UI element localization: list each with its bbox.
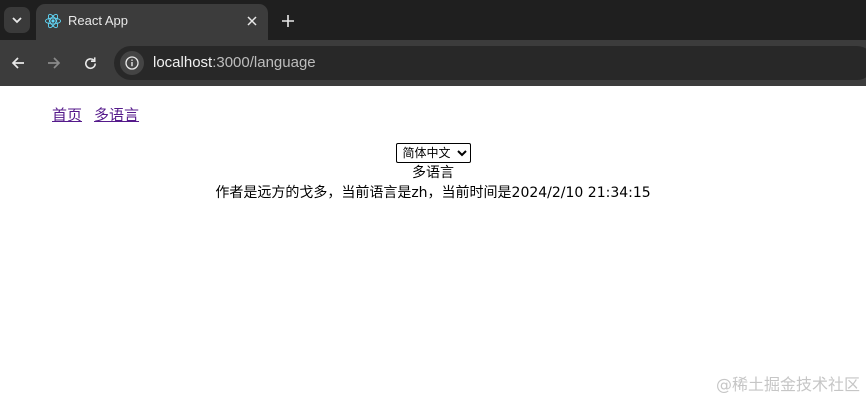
nav-link-home[interactable]: 首页 (52, 106, 82, 124)
address-bar[interactable]: localhost:3000/language (114, 46, 866, 80)
language-panel: 简体中文 多语言 作者是远方的戈多，当前语言是zh，当前时间是2024/2/10… (0, 142, 866, 203)
reload-button[interactable] (78, 51, 102, 75)
browser-tab[interactable]: React App (36, 4, 268, 40)
tab-title: React App (68, 13, 128, 28)
watermark: @稀土掘金技术社区 (715, 375, 860, 394)
page-nav: 首页 多语言 (52, 104, 151, 125)
page-viewport: 首页 多语言 简体中文 多语言 作者是远方的戈多，当前语言是zh，当前时间是202… (0, 86, 866, 401)
browser-toolbar: localhost:3000/language (0, 40, 866, 86)
arrow-right-icon (48, 57, 61, 69)
arrow-left-icon (11, 57, 24, 69)
tab-strip: React App (0, 0, 866, 40)
reload-icon (84, 56, 96, 69)
new-tab-button[interactable] (276, 9, 300, 33)
url-path: :3000/language (212, 54, 316, 71)
tab-close-button[interactable] (242, 11, 262, 31)
react-logo-icon (45, 13, 61, 29)
site-info-button[interactable] (120, 51, 144, 75)
nav-link-language[interactable]: 多语言 (94, 106, 139, 124)
tab-search-button[interactable] (4, 7, 30, 33)
language-select[interactable]: 简体中文 (395, 143, 471, 163)
url-text: localhost:3000/language (153, 54, 316, 71)
url-host: localhost (153, 54, 213, 71)
page-heading: 多语言 (412, 165, 454, 181)
info-icon (125, 56, 139, 70)
author-info-text: 作者是远方的戈多，当前语言是zh，当前时间是2024/2/10 21:34:15 (215, 185, 651, 201)
chevron-down-icon (12, 17, 22, 24)
back-button[interactable] (6, 51, 30, 75)
plus-icon (282, 15, 294, 27)
close-icon (247, 16, 257, 26)
forward-button[interactable] (42, 51, 66, 75)
